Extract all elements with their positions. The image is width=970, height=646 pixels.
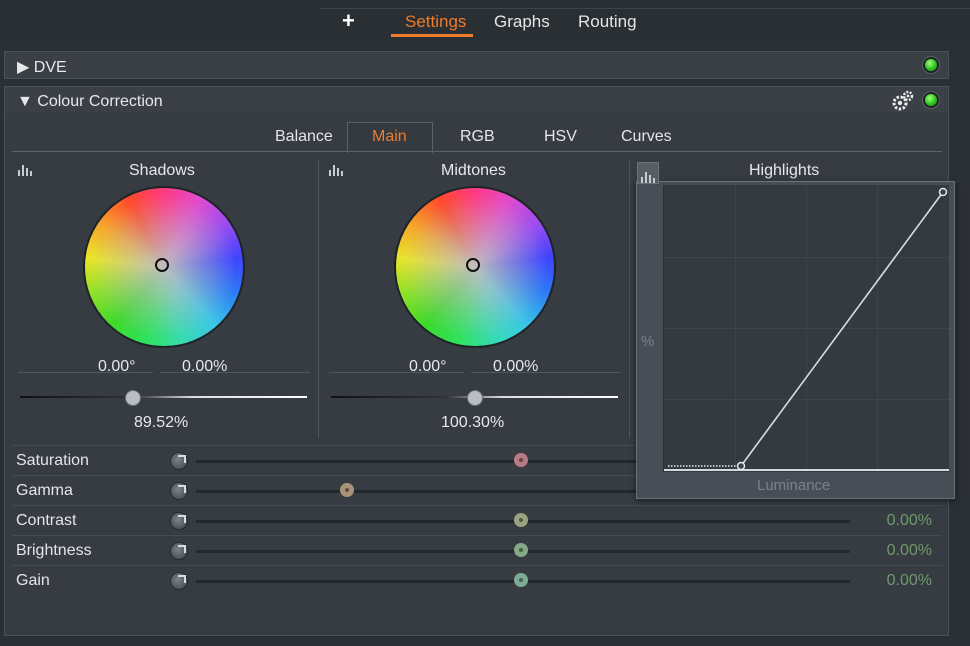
- midtones-angle-value[interactable]: 0.00°: [409, 358, 447, 376]
- curve-plot[interactable]: [663, 185, 949, 472]
- value-underline: [160, 372, 310, 373]
- gain-knob[interactable]: [514, 573, 528, 587]
- saturation-knob[interactable]: [514, 453, 528, 467]
- subtab-balance[interactable]: Balance: [275, 128, 333, 146]
- histogram-icon[interactable]: [18, 164, 32, 176]
- contrast-knob[interactable]: [514, 513, 528, 527]
- dve-section-header[interactable]: ▶ DVE: [4, 51, 949, 79]
- add-tab-button[interactable]: +: [342, 8, 355, 34]
- reset-icon[interactable]: [170, 452, 188, 470]
- dve-status-led[interactable]: [925, 59, 937, 71]
- gamma-knob[interactable]: [340, 483, 354, 497]
- tab-graphs[interactable]: Graphs: [494, 12, 550, 32]
- curve-point[interactable]: [736, 461, 746, 471]
- midtones-colour-wheel[interactable]: [394, 186, 556, 348]
- brightness-value[interactable]: 0.00%: [887, 542, 932, 560]
- curve-point[interactable]: [938, 187, 948, 197]
- top-tab-bar: + Settings Graphs Routing: [0, 0, 970, 40]
- param-row-contrast: Contrast 0.00%: [12, 505, 942, 536]
- subtab-curves[interactable]: Curves: [621, 128, 672, 146]
- curve-y-axis-label: %: [641, 333, 655, 350]
- brightness-knob[interactable]: [514, 543, 528, 557]
- midtones-magnitude-value[interactable]: 0.00%: [493, 358, 538, 376]
- wheel-center-handle[interactable]: [155, 258, 169, 272]
- gears-icon[interactable]: [891, 90, 915, 112]
- saturation-label: Saturation: [16, 452, 89, 469]
- expand-arrow-icon: ▶: [17, 59, 30, 76]
- colour-correction-label: Colour Correction: [37, 93, 163, 110]
- colour-correction-title: ▼ Colour Correction: [17, 93, 163, 111]
- param-row-brightness: Brightness 0.00%: [12, 535, 942, 566]
- curve-line: [664, 187, 949, 471]
- reset-icon[interactable]: [170, 542, 188, 560]
- gain-label: Gain: [16, 572, 50, 589]
- dve-title: ▶ DVE: [17, 57, 67, 77]
- reset-icon[interactable]: [170, 512, 188, 530]
- contrast-value[interactable]: 0.00%: [887, 512, 932, 530]
- shadows-colour-wheel[interactable]: [83, 186, 245, 348]
- colour-correction-header[interactable]: ▼ Colour Correction: [4, 86, 949, 115]
- reset-icon[interactable]: [170, 482, 188, 500]
- wheel-center-handle[interactable]: [466, 258, 480, 272]
- histogram-icon[interactable]: [329, 164, 343, 176]
- shadows-slider-knob[interactable]: [125, 390, 141, 406]
- subtab-main[interactable]: Main: [372, 128, 407, 146]
- shadows-magnitude-value[interactable]: 0.00%: [182, 358, 227, 376]
- midtones-slider-knob[interactable]: [467, 390, 483, 406]
- midtones-title: Midtones: [441, 162, 506, 179]
- curve-x-axis-label: Luminance: [757, 477, 831, 494]
- column-divider: [629, 160, 630, 438]
- brightness-label: Brightness: [16, 542, 92, 559]
- top-divider: [320, 8, 970, 9]
- histogram-icon[interactable]: [637, 162, 659, 184]
- tab-settings[interactable]: Settings: [405, 12, 466, 32]
- value-underline: [18, 372, 153, 373]
- subtab-rgb[interactable]: RGB: [460, 128, 495, 146]
- gamma-label: Gamma: [16, 482, 73, 499]
- collapse-arrow-icon: ▼: [17, 93, 33, 110]
- gain-value[interactable]: 0.00%: [887, 572, 932, 590]
- value-underline: [471, 372, 621, 373]
- subtab-divider: [12, 151, 942, 152]
- value-underline: [329, 372, 464, 373]
- shadows-level-value[interactable]: 89.52%: [134, 414, 188, 432]
- column-divider: [318, 160, 319, 438]
- colour-correction-status-led[interactable]: [925, 94, 937, 106]
- reset-icon[interactable]: [170, 572, 188, 590]
- contrast-label: Contrast: [16, 512, 77, 529]
- tab-routing[interactable]: Routing: [578, 12, 637, 32]
- dve-label: DVE: [33, 59, 67, 76]
- active-tab-indicator: [391, 34, 473, 37]
- shadows-title: Shadows: [129, 162, 195, 179]
- midtones-level-value[interactable]: 100.30%: [441, 414, 504, 432]
- shadows-angle-value[interactable]: 0.00°: [98, 358, 136, 376]
- shadows-level-slider[interactable]: [20, 396, 307, 398]
- highlights-title: Highlights: [749, 162, 820, 179]
- subtab-hsv[interactable]: HSV: [544, 128, 577, 146]
- param-row-gain: Gain 0.00%: [12, 565, 942, 596]
